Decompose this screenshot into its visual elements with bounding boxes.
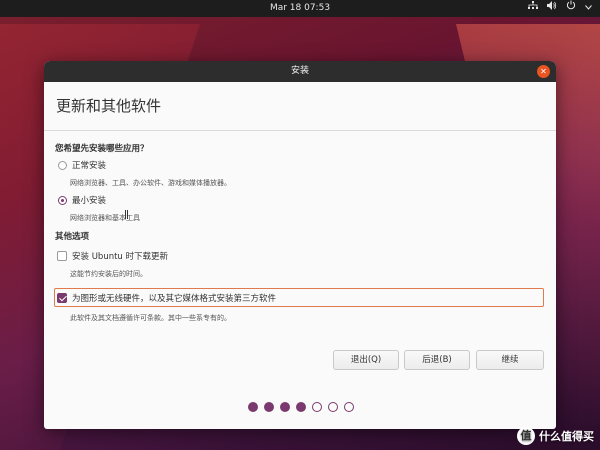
page-title: 更新和其他软件: [56, 97, 162, 115]
radio-normal-install[interactable]: 正常安装: [58, 159, 106, 171]
radio-normal-install-label[interactable]: 正常安装: [72, 159, 106, 171]
checkbox-download-updates[interactable]: 安装 Ubuntu 时下载更新: [57, 250, 168, 262]
window-title: 安装: [290, 66, 309, 76]
progress-dot-pending: [344, 402, 354, 412]
close-icon[interactable]: ✕: [537, 65, 550, 78]
network-icon[interactable]: [528, 0, 538, 17]
quit-button[interactable]: 退出(Q): [333, 350, 399, 370]
minimal-install-description: 网络浏览器和基本工具: [70, 214, 140, 222]
install-type-question: 您希望先安装哪些应用？: [55, 144, 149, 154]
installer-window: 安装 ✕ 更新和其他软件 您希望先安装哪些应用？ 正常安装 网络浏览器、工具、办…: [44, 61, 556, 429]
checkbox-icon[interactable]: [57, 251, 67, 261]
system-tray[interactable]: [528, 0, 592, 17]
radio-circle-icon[interactable]: [58, 160, 67, 170]
chevron-down-icon[interactable]: [585, 0, 592, 17]
window-titlebar[interactable]: 安装 ✕: [44, 61, 556, 82]
radio-minimal-install-label[interactable]: 最小安装: [72, 194, 106, 206]
progress-dot-completed: [296, 402, 306, 412]
watermark: 值 什么值得买: [517, 427, 594, 445]
download-updates-description: 这能节约安装后的时间。: [70, 270, 147, 278]
top-bar: Mar 18 07:53: [0, 0, 600, 17]
progress-dot-pending: [328, 402, 338, 412]
watermark-text: 什么值得买: [539, 430, 594, 443]
volume-icon[interactable]: [547, 0, 557, 17]
checkbox-checked-icon[interactable]: [57, 293, 67, 303]
checkbox-third-party[interactable]: 为图形或无线硬件，以及其它媒体格式安装第三方软件: [57, 292, 276, 304]
progress-dots: [44, 402, 556, 412]
clock[interactable]: Mar 18 07:53: [0, 0, 600, 17]
other-options-title: 其他选项: [55, 232, 90, 242]
progress-dot-pending: [312, 402, 322, 412]
page-content: 您希望先安装哪些应用？ 正常安装 网络浏览器、工具、办公软件、游戏和媒体播放器。…: [44, 131, 556, 429]
progress-dot-completed: [280, 402, 290, 412]
radio-minimal-install[interactable]: 最小安装: [58, 194, 106, 206]
text-cursor-icon: [125, 210, 128, 219]
third-party-label[interactable]: 为图形或无线硬件，以及其它媒体格式安装第三方软件: [72, 292, 276, 304]
third-party-description: 此软件及其文档遵循许可条款。其中一些系专有的。: [70, 314, 231, 322]
progress-dot-completed: [248, 402, 258, 412]
radio-selected-icon[interactable]: [58, 195, 67, 205]
continue-button[interactable]: 继续: [476, 350, 544, 370]
page-header: 更新和其他软件: [44, 82, 556, 131]
power-icon[interactable]: [566, 0, 576, 17]
normal-install-description: 网络浏览器、工具、办公软件、游戏和媒体播放器。: [70, 179, 231, 187]
progress-dot-completed: [264, 402, 274, 412]
back-button[interactable]: 后退(B): [404, 350, 470, 370]
watermark-badge: 值: [517, 427, 535, 445]
download-updates-label[interactable]: 安装 Ubuntu 时下载更新: [72, 250, 168, 262]
